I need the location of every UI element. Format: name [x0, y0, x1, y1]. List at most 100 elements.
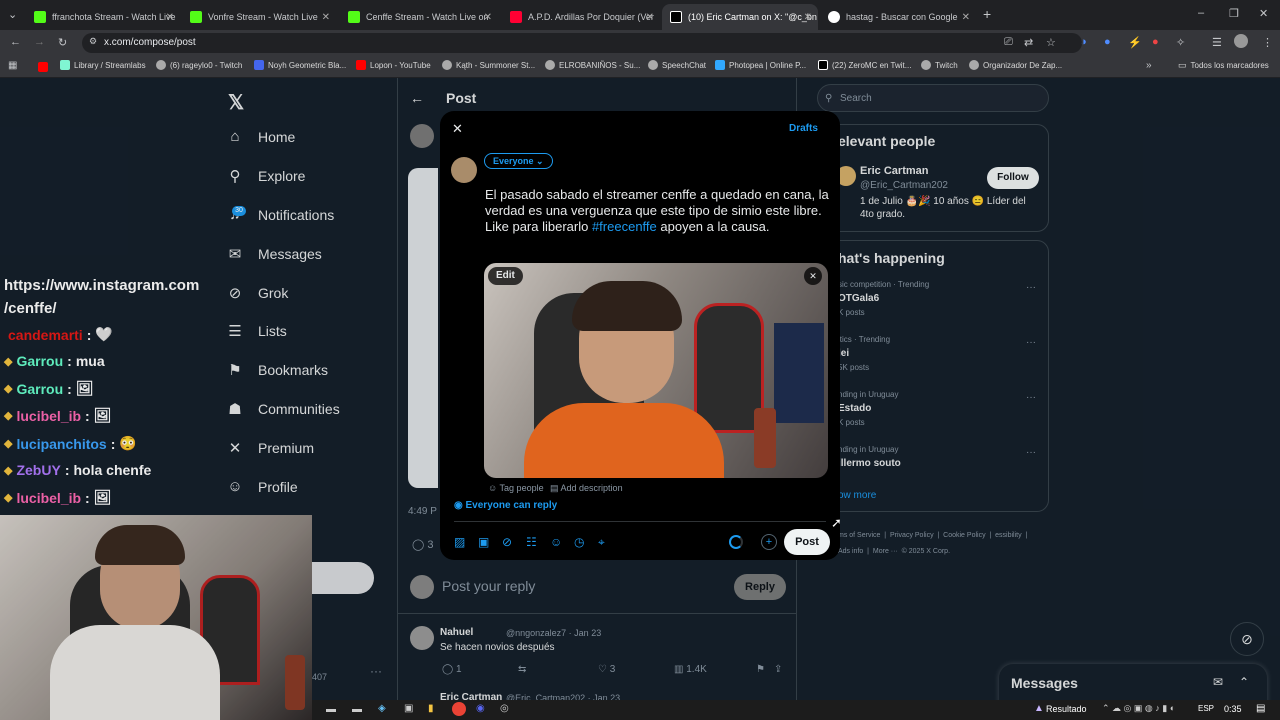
globe-icon	[545, 60, 555, 70]
chrome-icon[interactable]	[452, 702, 466, 716]
reply-setting-label: Everyone can reply	[465, 500, 558, 511]
close-icon[interactable]: ✕	[804, 12, 812, 23]
tab-5[interactable]: hastag - Buscar con Google ✕	[820, 4, 976, 30]
youtube-icon[interactable]	[38, 62, 48, 72]
bookmark-item[interactable]: (6) rageylo0 - Twitch	[156, 60, 242, 70]
obs-icon[interactable]: ◎	[500, 703, 509, 714]
orange-jumpsuit	[524, 403, 724, 478]
close-icon[interactable]: ✕	[166, 12, 174, 23]
audience-dropdown[interactable]: Everyone ⌄	[484, 153, 553, 169]
tab-1[interactable]: Vonfre Stream - Watch Live ✕	[182, 4, 336, 30]
close-icon[interactable]: ✕	[452, 121, 463, 137]
taskbar-app-icon[interactable]: ▣	[404, 703, 413, 714]
google-icon	[828, 11, 840, 23]
bookmark-item[interactable]: Kąth - Summoner St...	[442, 60, 535, 70]
taskbar-app-icon[interactable]: ▲	[1034, 703, 1044, 714]
edit-image-button[interactable]: Edit	[488, 267, 523, 285]
drafts-button[interactable]: Drafts	[789, 123, 818, 134]
bookmark-item[interactable]: Organizador De Zap...	[969, 60, 1062, 70]
bookmark-icon	[254, 60, 264, 70]
minimize-icon[interactable]: –	[1198, 7, 1204, 19]
bookmark-item[interactable]: Lopon - YouTube	[356, 60, 431, 70]
back-icon[interactable]: ←	[10, 36, 21, 48]
extension-icon[interactable]: ⚡	[1128, 36, 1142, 49]
add-description-button[interactable]: ▤ Add description	[550, 483, 623, 494]
tab-3[interactable]: A.P.D. Ardillas Por Doquier (Ver ✕	[502, 4, 660, 30]
clock[interactable]: 0:35	[1224, 704, 1242, 714]
image-icon[interactable]: ▨	[454, 535, 465, 549]
star-icon[interactable]: ☆	[1046, 36, 1056, 49]
language-indicator[interactable]: ESP	[1198, 704, 1214, 713]
menu-icon[interactable]: ⋮	[1262, 36, 1273, 49]
bookmark-item[interactable]: SpeechChat	[648, 60, 706, 70]
tab-label: (10) Eric Cartman on X: "@c_bn	[688, 12, 817, 22]
bookmark-item[interactable]: Library / Streamlabs	[60, 60, 146, 70]
all-bookmarks[interactable]: ▭ Todos los marcadores	[1178, 60, 1269, 71]
kick-icon	[348, 11, 360, 23]
compose-hashtag[interactable]: #freecenffe	[592, 219, 657, 234]
attached-image[interactable]: Edit ✕	[484, 263, 828, 478]
bookmark-label: Todos los marcadores	[1190, 61, 1269, 70]
tab-label: hastag - Buscar con Google	[846, 12, 958, 22]
thermos	[754, 408, 776, 468]
close-icon[interactable]: ✕	[962, 12, 970, 23]
tab-search-icon[interactable]: ⌄	[8, 8, 17, 21]
more-bookmarks-icon[interactable]: »	[1146, 60, 1152, 71]
compose-text[interactable]: El pasado sabado el streamer cenffe a qu…	[485, 187, 829, 235]
globe-icon: ◉	[454, 500, 463, 511]
add-post-icon[interactable]: +	[761, 534, 777, 550]
taskbar-app-icon[interactable]: ▬	[326, 704, 336, 715]
tab-label: ffranchota Stream - Watch Live	[52, 12, 176, 22]
apps-icon[interactable]: ▦	[8, 60, 17, 71]
restore-icon[interactable]: ❐	[1229, 7, 1239, 20]
bookmark-item[interactable]: Photopea | Online P...	[715, 60, 806, 70]
reply-setting-button[interactable]: ◉ Everyone can reply	[454, 500, 557, 511]
browser-tab-bar: ⌄ ffranchota Stream - Watch Live ✕ Vonfre…	[0, 0, 1280, 30]
reload-icon[interactable]: ↻	[58, 36, 67, 49]
forward-icon[interactable]: →	[34, 36, 45, 48]
poll-icon[interactable]: ☷	[526, 535, 537, 549]
new-tab-icon[interactable]: +	[983, 6, 991, 22]
tab-2[interactable]: Cenffe Stream - Watch Live on ✕	[340, 4, 498, 30]
location-icon[interactable]: ⌖	[598, 535, 605, 550]
bookmark-label: ELROBANIÑOS - Su...	[559, 60, 641, 70]
taskbar-app-icon[interactable]: ▬	[352, 704, 362, 715]
taskbar-result-label[interactable]: Resultado	[1046, 704, 1087, 714]
remove-image-icon[interactable]: ✕	[804, 267, 822, 285]
tab-4[interactable]: (10) Eric Cartman on X: "@c_bn ✕	[662, 4, 818, 30]
emoji-icon[interactable]: ☺	[550, 535, 562, 549]
discord-icon[interactable]: ◉	[476, 703, 485, 714]
media-icon[interactable]: ☰	[1212, 36, 1222, 49]
notifications-icon[interactable]: ▤	[1256, 703, 1265, 714]
bookmark-item[interactable]: ELROBANIÑOS - Su...	[545, 60, 640, 70]
post-button[interactable]: Post	[784, 529, 830, 555]
bookmark-item[interactable]: Noyh Geometric Bla...	[254, 60, 346, 70]
gif-icon[interactable]: ▣	[478, 535, 489, 549]
profile-avatar[interactable]	[1234, 34, 1248, 48]
grok-icon[interactable]: ⊘	[502, 535, 512, 549]
tray-icons[interactable]: ⌃ ☁ ◎ ▣ ◍ ♪ ▮ ◐	[1102, 703, 1175, 714]
window-close-icon[interactable]: ✕	[1259, 7, 1268, 20]
steam-icon[interactable]: ◈	[378, 703, 386, 714]
globe-icon	[969, 60, 979, 70]
extension-icon[interactable]: ◑	[1080, 36, 1087, 48]
address-bar[interactable]: x.com/compose/post	[82, 33, 1082, 53]
site-info-icon[interactable]: ⚙	[89, 36, 97, 47]
extensions-icon[interactable]: ✧	[1176, 36, 1185, 49]
bookmark-item[interactable]: Twitch	[921, 60, 958, 70]
schedule-icon[interactable]: ◷	[574, 535, 584, 549]
tab-0[interactable]: ffranchota Stream - Watch Live ✕	[26, 4, 180, 30]
close-icon[interactable]: ✕	[646, 12, 654, 23]
extension-icon[interactable]: ●	[1104, 36, 1111, 48]
youtube-icon	[356, 60, 366, 70]
close-icon[interactable]: ✕	[484, 12, 492, 23]
taskbar-app-icon[interactable]: ▮	[428, 703, 434, 714]
bookmark-label: (22) ZeroMC en Twit...	[832, 60, 912, 70]
translate-icon[interactable]: ⇄	[1024, 36, 1033, 49]
youtube-icon	[510, 11, 522, 23]
close-icon[interactable]: ✕	[322, 12, 330, 23]
bookmark-item[interactable]: (22) ZeroMC en Twit...	[818, 60, 911, 70]
tag-people-button[interactable]: ☺ Tag people	[488, 483, 544, 493]
install-icon[interactable]: ⎚	[1004, 36, 1013, 49]
extension-icon[interactable]: ●	[1152, 36, 1159, 48]
